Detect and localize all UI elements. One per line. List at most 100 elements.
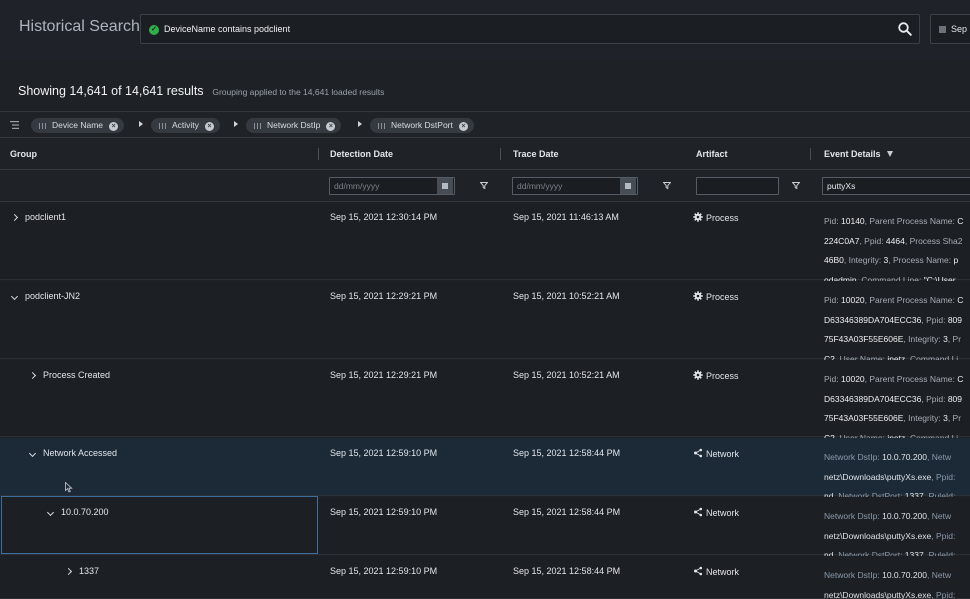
trace-date-cell: Sep 15, 2021 12:58:44 PM <box>513 448 621 458</box>
filter-icon[interactable] <box>480 182 488 189</box>
artifact-label: Network <box>706 567 740 577</box>
chevron-right-icon <box>358 121 362 127</box>
trace-date-cell: Sep 15, 2021 12:58:44 PM <box>513 566 621 576</box>
event-details-value: netz\Downloads\puttyXs.exe <box>824 471 932 482</box>
column-header-detection-date[interactable]: Detection Date <box>330 149 393 159</box>
event-details-value: 3 <box>883 255 889 265</box>
event-details-line: Pid: 10140, Parent Process Name: C <box>824 216 964 226</box>
detection-date-cell: Sep 15, 2021 12:29:21 PM <box>330 291 438 301</box>
collapse-chevron-icon[interactable] <box>10 292 19 301</box>
group-label: Process Created <box>43 370 111 380</box>
table-row[interactable]: 1337 Sep 15, 2021 12:59:10 PM Sep 15, 20… <box>0 556 970 599</box>
results-summary: Showing 14,641 of 14,641 results Groupin… <box>18 84 384 98</box>
event-details-value: 10.0.70.200 <box>882 570 928 580</box>
group-chip-label: Network DstIp <box>267 120 321 130</box>
event-details-line: Pid: 10020, Parent Process Name: C <box>824 295 964 305</box>
event-details-value: 809 <box>947 393 963 404</box>
detection-date-cell: Sep 15, 2021 12:59:10 PM <box>330 448 438 458</box>
group-chip-activity[interactable]: Activity × <box>151 118 220 133</box>
drag-handle-icon[interactable] <box>39 122 46 129</box>
grouping-bar: Device Name × Activity × Network DstIp × Ne… <box>0 111 970 138</box>
expand-chevron-icon[interactable] <box>28 371 37 380</box>
event-details-line: 46B0, Integrity: 3, Process Name: p <box>824 255 959 265</box>
event-details-value: p <box>953 255 959 265</box>
event-details-value: 75F43A03F55E606E <box>824 334 904 344</box>
group-chip-label: Activity <box>172 120 199 130</box>
calendar-icon[interactable] <box>620 178 636 194</box>
search-input[interactable]: ✓ DeviceName contains podclient <box>140 14 920 44</box>
results-count: Showing 14,641 of 14,641 results <box>18 84 204 98</box>
detection-date-cell: Sep 15, 2021 12:59:10 PM <box>330 566 438 576</box>
table-row[interactable]: Process Created Sep 15, 2021 12:29:21 PM… <box>0 360 970 443</box>
expand-chevron-icon[interactable] <box>64 567 73 576</box>
group-chip-device-name[interactable]: Device Name × <box>31 118 125 133</box>
column-divider[interactable] <box>318 148 319 160</box>
search-query-text: DeviceName contains podclient <box>164 24 291 34</box>
event-details-value: 809 <box>947 314 963 325</box>
filter-icon[interactable] <box>792 182 800 189</box>
date-range-text: Sep <box>951 24 968 34</box>
event-details-value: 10140 <box>841 216 865 226</box>
event-details-cell: Network DstIp: 10.0.70.200, Netw netz\Dow… <box>824 566 970 599</box>
artifact-cell: Process <box>693 291 739 302</box>
remove-chip-icon[interactable]: × <box>204 122 214 131</box>
gear-icon <box>693 370 703 380</box>
column-header-group[interactable]: Group <box>10 149 37 159</box>
focused-cell-outline <box>1 496 318 554</box>
group-tree-icon[interactable] <box>10 121 19 129</box>
chevron-right-icon <box>139 121 143 127</box>
page-title: Historical Search <box>19 18 140 35</box>
table-row[interactable]: Network Accessed Sep 15, 2021 12:59:10 P… <box>0 438 970 501</box>
event-details-value: C <box>957 295 964 305</box>
grouping-note: Grouping applied to the 14,641 loaded re… <box>212 87 385 97</box>
remove-chip-icon[interactable]: × <box>326 122 336 131</box>
artifact-label: Process <box>706 292 739 302</box>
trace-date-cell: Sep 15, 2021 11:46:13 AM <box>513 212 619 222</box>
trace-date-cell: Sep 15, 2021 10:52:21 AM <box>513 370 620 380</box>
remove-chip-icon[interactable]: × <box>458 122 468 131</box>
expand-chevron-icon[interactable] <box>10 213 19 222</box>
event-details-value: 4464 <box>885 235 905 246</box>
group-label: podclient-JN2 <box>25 291 81 301</box>
event-details-value: 3 <box>943 334 948 344</box>
table-row[interactable]: podclient1 Sep 15, 2021 12:30:14 PM Sep … <box>0 202 970 285</box>
group-label: 1337 <box>79 566 100 576</box>
remove-chip-icon[interactable]: × <box>109 122 119 131</box>
artifact-cell: Network <box>693 507 739 518</box>
drag-handle-icon[interactable] <box>378 122 385 129</box>
collapse-chevron-icon[interactable] <box>28 449 37 458</box>
artifact-cell: Network <box>693 566 739 577</box>
table-row[interactable]: podclient-JN2 Sep 15, 2021 12:29:21 PM S… <box>0 281 970 364</box>
filter-icon[interactable] <box>886 151 893 157</box>
event-details-cell: Pid: 10020, Parent Process Name: C D63346… <box>824 291 970 369</box>
artifact-label: Process <box>706 213 739 223</box>
search-icon[interactable] <box>897 21 913 37</box>
event-details-value: D63346389DA704ECC36 <box>824 314 922 325</box>
group-chip-network-dstip[interactable]: Network DstIp × <box>246 118 342 133</box>
column-divider[interactable] <box>500 148 501 160</box>
event-details-line: Pid: 10020, Parent Process Name: C <box>824 374 964 384</box>
event-details-value: netz\Downloads\puttyXs.exe <box>824 530 932 541</box>
artifact-filter-input[interactable] <box>696 177 779 195</box>
event-details-value: C <box>957 374 964 384</box>
group-chip-network-dstport[interactable]: Network DstPort × <box>370 118 474 133</box>
trace-date-cell: Sep 15, 2021 10:52:21 AM <box>513 291 620 301</box>
column-divider[interactable] <box>810 148 811 160</box>
calendar-icon[interactable] <box>437 178 453 194</box>
network-icon <box>694 448 703 458</box>
column-header-trace-date[interactable]: Trace Date <box>513 149 559 159</box>
filter-icon[interactable] <box>663 182 671 189</box>
artifact-label: Network <box>706 449 740 459</box>
date-range-picker[interactable]: Sep <box>930 14 970 44</box>
event-details-value: 224C0A7 <box>824 235 860 246</box>
event-details-filter-input[interactable]: puttyXs <box>822 177 970 195</box>
drag-handle-icon[interactable] <box>254 122 261 129</box>
column-header-label: Event Details <box>824 149 881 159</box>
event-details-value: 10.0.70.200 <box>882 452 928 462</box>
network-icon <box>694 566 703 576</box>
drag-handle-icon[interactable] <box>159 122 166 129</box>
column-header-artifact[interactable]: Artifact <box>696 149 728 159</box>
event-details-value: D63346389DA704ECC36 <box>824 393 922 404</box>
column-header-event-details[interactable]: Event Details <box>824 149 893 159</box>
event-details-value: 46B0 <box>824 255 844 265</box>
